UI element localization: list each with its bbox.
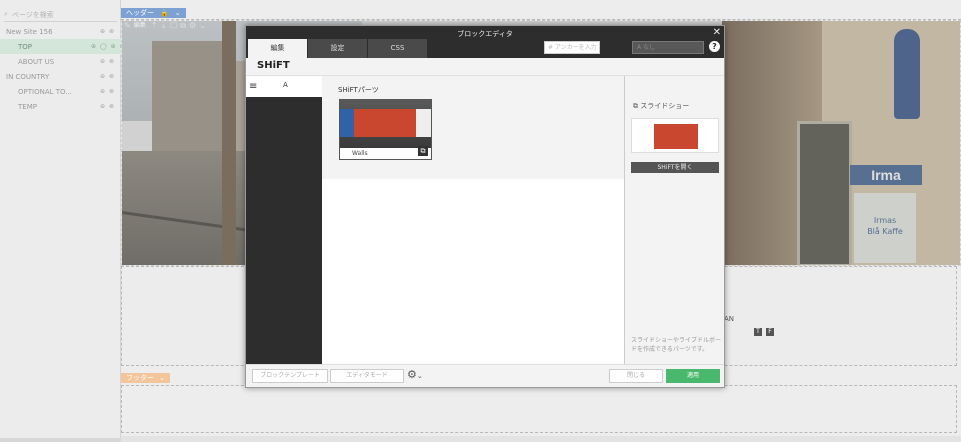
tree-item[interactable]: TEMP ⊕ ⊗: [0, 99, 121, 114]
gear-icon[interactable]: ⚙⌄: [407, 368, 423, 381]
tree-item-icons[interactable]: ⊕ ◯ ⊕ ⊗: [91, 43, 125, 50]
dialog-header: ブロックエディタ ✕ 編集 設定 CSS # アンカーを入力 A なし ?: [246, 26, 724, 58]
part-category-sidebar: ≡ A: [246, 76, 322, 364]
editor-mode-button[interactable]: エディタモード: [330, 369, 404, 383]
tree-item[interactable]: New Site 156 ⊕ ⊗: [0, 24, 121, 39]
tree-item-icons[interactable]: ⊕ ⊗: [99, 28, 121, 35]
copy-icon: ⧉: [633, 102, 638, 110]
part-card-label: Walls: [352, 150, 368, 157]
tree-item-icons[interactable]: ⊕ ⊗: [99, 58, 121, 65]
parts-list: SHiFTパーツ Walls ⧉: [322, 76, 624, 364]
chevron-down-icon[interactable]: ⌄: [199, 21, 206, 31]
section-toolbar: ✎ 編集 ⇡ ⇣ ☐ ⧉ ⚙ ⌄: [121, 20, 209, 31]
page-search-input[interactable]: ⌕ ページを検索: [4, 8, 117, 22]
style-select[interactable]: A なし: [632, 41, 704, 54]
edit-label[interactable]: 編集: [134, 21, 146, 31]
filter-label[interactable]: A: [283, 81, 288, 89]
expand-icon[interactable]: ⧉: [418, 146, 428, 156]
close-button[interactable]: 閉じる: [609, 369, 663, 383]
move-up-icon[interactable]: ⇡: [151, 21, 158, 31]
move-down-icon[interactable]: ⇣: [160, 21, 167, 31]
part-description: スライドショーやライブドルボードを作成できるパーツです。: [631, 337, 722, 353]
dialog-footer: ブロックテンプレート エディタモード ⚙⌄ 閉じる 適用: [246, 364, 724, 387]
tab-css[interactable]: CSS: [368, 39, 428, 58]
gear-icon[interactable]: ⚙: [189, 21, 196, 31]
tree-item-label: TOP: [18, 42, 33, 51]
copy-icon[interactable]: ⧉: [180, 21, 186, 31]
part-thumbnail: [340, 100, 431, 148]
close-icon[interactable]: ✕: [713, 27, 721, 38]
tree-item-label: IN COUNTRY: [6, 72, 50, 81]
tree-item[interactable]: ABOUT US ⊕ ⊗: [0, 54, 121, 69]
tree-item[interactable]: TOP ⊕ ◯ ⊕ ⊗: [0, 39, 125, 54]
facebook-icon[interactable]: F: [766, 328, 774, 336]
footer-section-tag[interactable]: フッター ⌄: [121, 373, 170, 383]
page-search-placeholder: ページを検索: [11, 10, 54, 19]
tree-item-icons[interactable]: ⊕ ⊗: [99, 103, 121, 110]
slideshow-title: ⧉ スライドショー: [633, 102, 690, 110]
tree-item-label: TEMP: [18, 102, 37, 111]
open-shift-button[interactable]: SHiFTを開く: [631, 162, 719, 173]
header-section-tag[interactable]: ヘッダー 🔒 ⌄: [121, 8, 186, 18]
pencil-icon[interactable]: ✎: [124, 21, 131, 31]
lock-icon[interactable]: 🔒: [160, 9, 169, 17]
page-scrollbar[interactable]: [121, 436, 961, 442]
block-template-button[interactable]: ブロックテンプレート: [252, 369, 328, 383]
anchor-input[interactable]: # アンカーを入力: [544, 41, 600, 54]
dialog-title: ブロックエディタ: [457, 30, 513, 38]
tree-item[interactable]: OPTIONAL TO... ⊕ ⊗: [0, 84, 121, 99]
parts-section-title: SHiFTパーツ: [338, 86, 379, 94]
tree-item-icons[interactable]: ⊕ ⊗: [99, 88, 121, 95]
part-detail-panel: ⧉ スライドショー SHiFTを開く スライドショーやライブドルボードを作成でき…: [624, 76, 724, 364]
category-title: SHiFT: [257, 60, 290, 71]
slideshow-thumbnail: [631, 118, 719, 153]
tab-settings[interactable]: 設定: [308, 39, 368, 58]
twitter-icon[interactable]: T: [754, 328, 762, 336]
section-text: AN: [724, 315, 735, 323]
tree-scrollbar[interactable]: [0, 438, 121, 442]
tree-item-icons[interactable]: ⊕ ⊗: [99, 73, 121, 80]
part-card-walls[interactable]: Walls ⧉: [339, 99, 432, 160]
category-bar: SHiFT: [246, 58, 724, 76]
page-tree-panel: ⌕ ページを検索 New Site 156 ⊕ ⊗ TOP ⊕ ◯ ⊕ ⊗ ABOUT …: [0, 0, 125, 442]
menu-icon[interactable]: ≡: [249, 81, 257, 92]
frame-icon[interactable]: ☐: [170, 21, 177, 31]
tree-item[interactable]: IN COUNTRY ⊕ ⊗: [0, 69, 121, 84]
tab-edit[interactable]: 編集: [248, 39, 308, 58]
block-editor-dialog: ブロックエディタ ✕ 編集 設定 CSS # アンカーを入力 A なし ? SH…: [245, 25, 725, 388]
chevron-down-icon[interactable]: ⌄: [159, 374, 165, 382]
tree-item-label: OPTIONAL TO...: [18, 87, 72, 96]
search-icon: ⌕: [4, 10, 8, 18]
tree-item-label: New Site 156: [6, 27, 53, 36]
chevron-down-icon[interactable]: ⌄: [175, 9, 181, 17]
footer-section[interactable]: [121, 385, 957, 433]
tree-item-label: ABOUT US: [18, 57, 55, 66]
apply-button[interactable]: 適用: [666, 369, 720, 383]
help-icon[interactable]: ?: [709, 41, 720, 52]
